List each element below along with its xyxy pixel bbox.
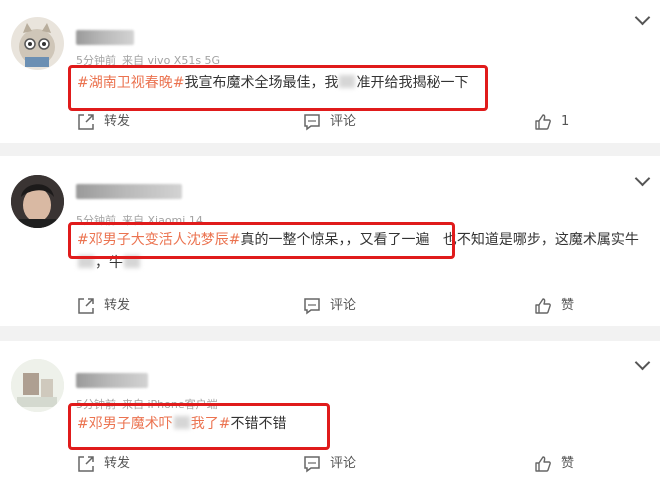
share-icon: [78, 114, 94, 130]
highlight-box: [68, 222, 455, 259]
comment-label: 评论: [330, 456, 357, 471]
comment-icon: [304, 456, 320, 473]
avatar[interactable]: [11, 175, 64, 228]
highlight-box: [68, 403, 330, 450]
share-icon: [78, 298, 94, 314]
like-label: 赞: [561, 298, 575, 313]
comment-feed: 5分钟前 来自 vivo X51s 5G #湖南卫视春晚#我宣布魔术全场最佳，我准…: [0, 0, 660, 485]
username-blurred[interactable]: [76, 30, 134, 45]
action-bar: 转发 评论 赞: [0, 294, 660, 318]
chevron-down-icon[interactable]: [634, 354, 651, 371]
chevron-down-icon[interactable]: [634, 170, 651, 187]
comment-card: 5分钟前 来自 vivo X51s 5G #湖南卫视春晚#我宣布魔术全场最佳，我准…: [0, 0, 660, 143]
avatar[interactable]: [11, 17, 64, 70]
repost-label: 转发: [104, 456, 131, 471]
like-count: 1: [561, 114, 570, 129]
repost-label: 转发: [104, 114, 131, 129]
share-icon: [78, 456, 94, 472]
thumbs-up-icon: [535, 298, 551, 314]
username-blurred[interactable]: [76, 184, 182, 199]
repost-label: 转发: [104, 298, 131, 313]
comment-card: 5分钟前 来自 Xiaomi 14 #邓男子大变活人沈梦辰#真的一整个惊呆，，又看…: [0, 156, 660, 326]
username-blurred[interactable]: [76, 373, 148, 388]
thumbs-up-icon: [535, 456, 551, 472]
action-bar: 转发 评论 1: [0, 110, 660, 134]
avatar[interactable]: [11, 359, 64, 412]
highlight-box: [68, 65, 488, 111]
action-bar: 转发 评论 赞: [0, 452, 660, 476]
comment-icon: [304, 298, 320, 315]
thumbs-up-icon: [535, 114, 551, 130]
comment-card: 5分钟前 来自 iPhone客户端 #邓男子魔术吓 我了#不错不错 转发 评论 赞: [0, 341, 660, 485]
comment-label: 评论: [330, 114, 357, 129]
comment-icon: [304, 114, 320, 131]
comment-label: 评论: [330, 298, 357, 313]
chevron-down-icon[interactable]: [634, 9, 651, 26]
like-label: 赞: [561, 456, 575, 471]
